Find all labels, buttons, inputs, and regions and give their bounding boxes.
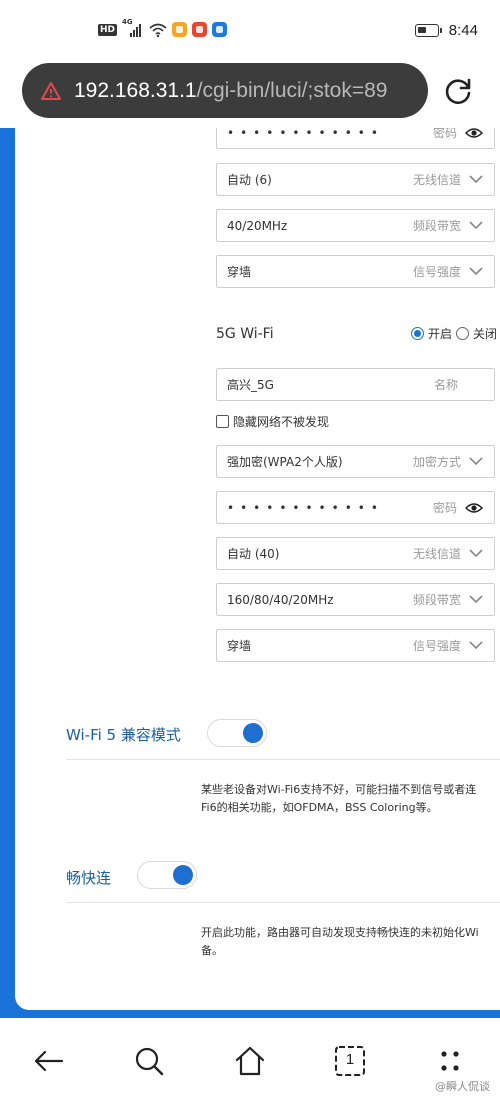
wifi5g-password-field[interactable]: •••••••••••• 密码 bbox=[216, 491, 495, 524]
select-value: 160/80/40/20MHz bbox=[227, 592, 334, 607]
status-bar: HD 4G 8:44 bbox=[0, 0, 500, 62]
quick-connect-toggle[interactable] bbox=[137, 861, 197, 889]
field-label: 频段带宽 bbox=[412, 219, 461, 233]
url-host: 192.168.31.1 bbox=[74, 78, 197, 102]
desc-line: Fi6的相关功能，如OFDMA，BSS Coloring等。 bbox=[201, 801, 438, 814]
search-icon[interactable] bbox=[132, 1044, 166, 1078]
desc-line: 开启此功能，路由器可自动发现支持畅快连的未初始化Wi bbox=[201, 926, 479, 939]
wifi5g-encryption-select[interactable]: 强加密(WPA2个人版) 加密方式 bbox=[216, 445, 495, 478]
field-label: 加密方式 bbox=[412, 455, 461, 469]
wifi5g-title: 5G Wi-Fi bbox=[216, 326, 274, 342]
wifi5g-bandwidth-select[interactable]: 160/80/40/20MHz 频段带宽 bbox=[216, 583, 495, 616]
app-notification-icon bbox=[192, 22, 208, 37]
network-type: 4G bbox=[122, 17, 133, 26]
wifi5g-signal-select[interactable]: 穿墙 信号强度 bbox=[216, 629, 495, 662]
battery-icon bbox=[414, 24, 442, 37]
wifi5g-channel-select[interactable]: 自动 (40) 无线信道 bbox=[216, 537, 495, 570]
select-value: 强加密(WPA2个人版) bbox=[227, 455, 343, 469]
field-label: 信号强度 bbox=[412, 265, 461, 279]
select-value: 自动 (6) bbox=[227, 173, 272, 187]
chevron-down-icon[interactable] bbox=[469, 457, 483, 466]
wifi-icon bbox=[149, 23, 167, 37]
field-label: 无线信道 bbox=[412, 547, 461, 561]
field-label: 密码 bbox=[432, 501, 457, 515]
toggle-knob bbox=[243, 723, 263, 743]
select-value: 自动 (40) bbox=[227, 547, 280, 561]
toggle-knob bbox=[173, 865, 193, 885]
url-path: /cgi-bin/luci/;stok=89 bbox=[196, 78, 388, 102]
field-label: 频段带宽 bbox=[412, 593, 461, 607]
divider bbox=[66, 759, 500, 760]
chevron-down-icon[interactable] bbox=[469, 267, 483, 276]
url-text[interactable]: 192.168.31.1/cgi-bin/luci/;stok=89 bbox=[74, 79, 387, 103]
wifi5g-radio-group: 开启 关闭 bbox=[411, 325, 497, 342]
app-notification-icon bbox=[212, 22, 228, 37]
hd-badge: HD bbox=[98, 23, 118, 36]
hide-network-checkbox-row[interactable]: 隐藏网络不被发现 bbox=[216, 413, 329, 430]
select-value: 穿墙 bbox=[227, 265, 252, 279]
input-value: 高兴_5G bbox=[227, 378, 274, 392]
wifi24-bandwidth-select[interactable]: 40/20MHz 频段带宽 bbox=[216, 209, 495, 242]
wifi5-compat-toggle[interactable] bbox=[207, 719, 267, 747]
refresh-icon[interactable] bbox=[442, 75, 474, 107]
radio-on-label[interactable]: 开启 bbox=[428, 325, 452, 342]
signal-icon: 4G bbox=[122, 18, 144, 37]
home-icon[interactable] bbox=[233, 1044, 267, 1078]
wifi5-compat-description: 某些老设备对Wi-Fi6支持不好，可能扫描不到信号或者连 Fi6的相关功能，如O… bbox=[201, 781, 500, 817]
watermark: @瞬人侃谈 bbox=[435, 1080, 490, 1093]
chevron-down-icon[interactable] bbox=[469, 641, 483, 650]
divider bbox=[66, 902, 500, 903]
eye-icon[interactable] bbox=[465, 128, 483, 139]
radio-on[interactable] bbox=[411, 327, 424, 340]
desc-line: 某些老设备对Wi-Fi6支持不好，可能扫描不到信号或者连 bbox=[201, 783, 477, 796]
tab-count: 1 bbox=[345, 1051, 355, 1068]
quick-connect-label: 畅快连 bbox=[66, 869, 112, 887]
radio-off-label[interactable]: 关闭 bbox=[473, 325, 497, 342]
eye-icon[interactable] bbox=[465, 502, 483, 514]
field-label: 密码 bbox=[432, 128, 457, 140]
tabs-button[interactable]: 1 bbox=[333, 1044, 367, 1078]
password-value: •••••••••••• bbox=[227, 500, 384, 515]
status-right: 8:44 bbox=[414, 22, 478, 39]
chevron-down-icon[interactable] bbox=[469, 221, 483, 230]
warning-icon[interactable] bbox=[40, 81, 62, 101]
chevron-down-icon[interactable] bbox=[469, 595, 483, 604]
field-label: 名称 bbox=[433, 378, 458, 392]
desc-line: 备。 bbox=[201, 944, 223, 957]
wifi5-compat-label: Wi-Fi 5 兼容模式 bbox=[66, 726, 181, 744]
hide-network-label: 隐藏网络不被发现 bbox=[233, 415, 330, 429]
wifi5g-name-input[interactable]: 高兴_5G 名称 bbox=[216, 368, 495, 401]
radio-off[interactable] bbox=[456, 327, 470, 340]
wifi24-channel-select[interactable]: 自动 (6) 无线信道 bbox=[216, 163, 495, 196]
select-value: 40/20MHz bbox=[227, 218, 288, 233]
password-value: •••••••••••• bbox=[227, 128, 384, 140]
address-bar[interactable]: 192.168.31.1/cgi-bin/luci/;stok=89 bbox=[22, 63, 428, 118]
hide-network-checkbox[interactable] bbox=[216, 415, 229, 428]
app-notification-icon bbox=[172, 22, 188, 37]
back-arrow-icon[interactable] bbox=[32, 1044, 66, 1078]
more-icon[interactable] bbox=[433, 1044, 467, 1078]
status-left: HD 4G bbox=[98, 18, 228, 37]
quick-connect-description: 开启此功能，路由器可自动发现支持畅快连的未初始化Wi 备。 bbox=[201, 924, 500, 960]
browser-bottom-nav: 1 @瞬人侃谈 bbox=[0, 1022, 500, 1100]
wifi24-password-field[interactable]: •••••••••••• 密码 bbox=[216, 128, 495, 149]
web-page: •••••••••••• 密码 自动 (6) 无线信道 40/20MHz 频段带… bbox=[0, 128, 500, 1018]
chevron-down-icon[interactable] bbox=[469, 549, 483, 558]
field-label: 无线信道 bbox=[412, 173, 461, 187]
clock: 8:44 bbox=[448, 22, 478, 39]
chevron-down-icon[interactable] bbox=[469, 175, 483, 184]
field-label: 信号强度 bbox=[412, 639, 461, 653]
wifi24-signal-select[interactable]: 穿墙 信号强度 bbox=[216, 255, 495, 288]
select-value: 穿墙 bbox=[227, 639, 252, 653]
